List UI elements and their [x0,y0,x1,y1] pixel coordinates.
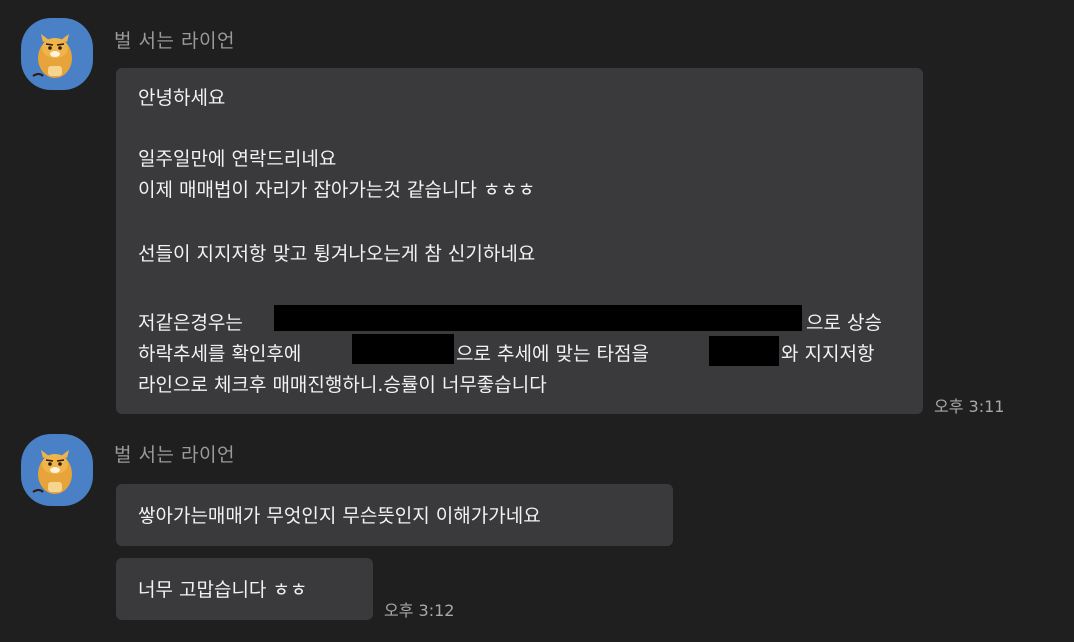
message-line: 너무 고맙습니다 ㅎㅎ [138,579,308,601]
message-group: 벌 서는 라이언 안녕하세요 일주일만에 연락드리네요 이제 매매법이 자리가 … [0,0,1074,420]
message-line: 선들이 지지저항 맞고 튕겨나오는게 참 신기하네요 [138,243,536,265]
message-line: 저같은경우는 [138,312,243,334]
timestamp: 오후 3:11 [934,397,1005,416]
message-line: 라인으로 체크후 매매진행하니.승률이 너무좋습니다 [138,374,547,396]
sender-name: 벌 서는 라이언 [114,444,235,466]
timestamp: 오후 3:12 [384,601,455,620]
message-line: 안녕하세요 [138,87,226,109]
message-line: 하락추세를 확인후에 [138,343,302,365]
message-line: 와 지지저항 [781,343,875,365]
message-line: 일주일만에 연락드리네요 [138,148,337,170]
redaction-block [274,305,802,331]
message-bubble[interactable]: 쌓아가는매매가 무엇인지 무슨뜻인지 이해가가네요 [116,484,673,546]
lion-avatar-icon[interactable] [21,18,93,90]
message-line: 으로 추세에 맞는 타점을 [456,343,649,365]
message-line: 으로 상승 [806,312,882,334]
message-bubble[interactable]: 너무 고맙습니다 ㅎㅎ [116,558,373,620]
message-line: 이제 매매법이 자리가 잡아가는것 같습니다 ㅎㅎㅎ [138,179,536,201]
message-line: 쌓아가는매매가 무엇인지 무슨뜻인지 이해가가네요 [138,505,541,527]
lion-avatar-icon[interactable] [21,434,93,506]
redaction-block [352,334,454,364]
message-bubble[interactable]: 안녕하세요 일주일만에 연락드리네요 이제 매매법이 자리가 잡아가는것 같습니… [116,68,923,414]
redaction-block [709,336,779,366]
message-group: 벌 서는 라이언 쌓아가는매매가 무엇인지 무슨뜻인지 이해가가네요 너무 고맙… [0,420,1074,642]
sender-name: 벌 서는 라이언 [114,30,235,52]
